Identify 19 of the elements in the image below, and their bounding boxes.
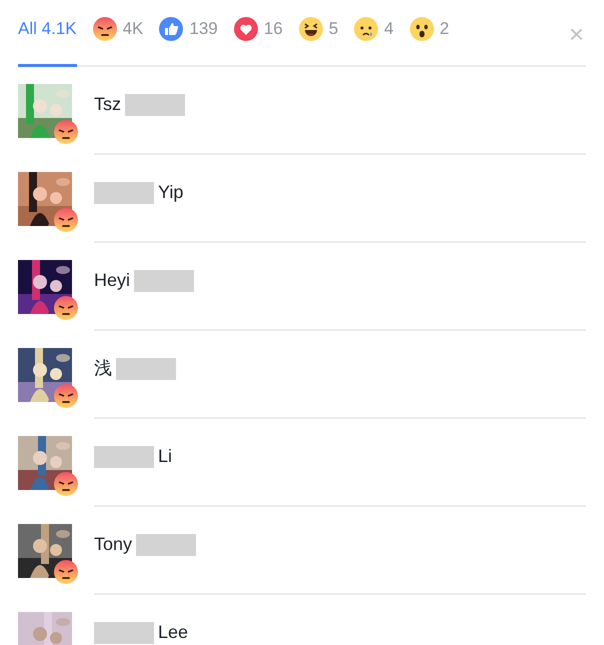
thumbs-up-icon: [159, 17, 184, 41]
surprised-face-icon: [410, 17, 434, 41]
person-name[interactable]: Li: [158, 447, 172, 467]
person-name[interactable]: Heyi: [94, 271, 130, 291]
person-name[interactable]: Yip: [158, 183, 184, 203]
laughing-face-icon: [298, 17, 323, 41]
person-name[interactable]: Tsz: [94, 95, 121, 115]
reaction-tab[interactable]: 2: [410, 2, 450, 67]
crying-face-icon: [354, 17, 378, 41]
person-name[interactable]: Tony: [94, 535, 132, 555]
reaction-tab[interactable]: All 4.1K: [18, 2, 77, 67]
person-name[interactable]: 浅: [94, 359, 112, 379]
angry-face-icon: [92, 17, 117, 41]
reaction-tab[interactable]: 5: [298, 2, 338, 67]
reaction-tab[interactable]: 4: [354, 2, 394, 67]
reaction-tab[interactable]: 139: [159, 2, 218, 67]
reaction-tab[interactable]: 16: [234, 2, 283, 67]
reaction-tab[interactable]: 4K: [92, 2, 144, 67]
person-name[interactable]: Lee: [158, 623, 188, 643]
